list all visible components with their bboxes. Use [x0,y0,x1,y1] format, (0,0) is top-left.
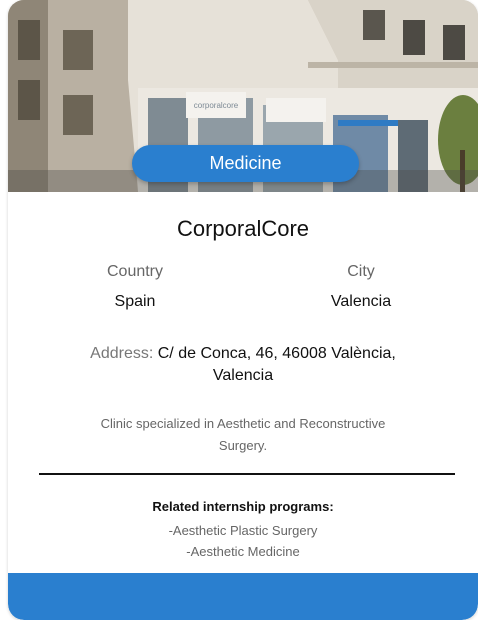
program-item[interactable]: -Aesthetic Medicine [8,541,478,562]
address: Address: C/ de Conca, 46, 46008 València… [68,343,418,387]
country-value: Spain [114,293,156,310]
photo-sign-text: corporalcore [194,101,239,110]
address-value: C/ de Conca, 46, 46008 València, Valenci… [157,345,396,384]
country-label: Country [106,263,164,280]
clinic-description: Clinic specialized in Aesthetic and Reco… [100,416,386,453]
card-footer-bar [8,573,478,620]
category-badge[interactable]: Medicine [132,145,359,182]
address-label: Address: [90,345,154,362]
divider [39,473,455,475]
clinic-name: CorporalCore [176,216,310,241]
city-label: City [347,263,375,280]
city-value: Valencia [330,293,392,310]
program-item[interactable]: -Aesthetic Plastic Surgery [8,520,478,541]
programs-heading: Related internship programs: [152,499,334,514]
programs-list: -Aesthetic Plastic Surgery -Aesthetic Me… [8,520,478,562]
clinic-card[interactable]: corporalcore Medicine CorporalCore Count… [8,0,478,620]
